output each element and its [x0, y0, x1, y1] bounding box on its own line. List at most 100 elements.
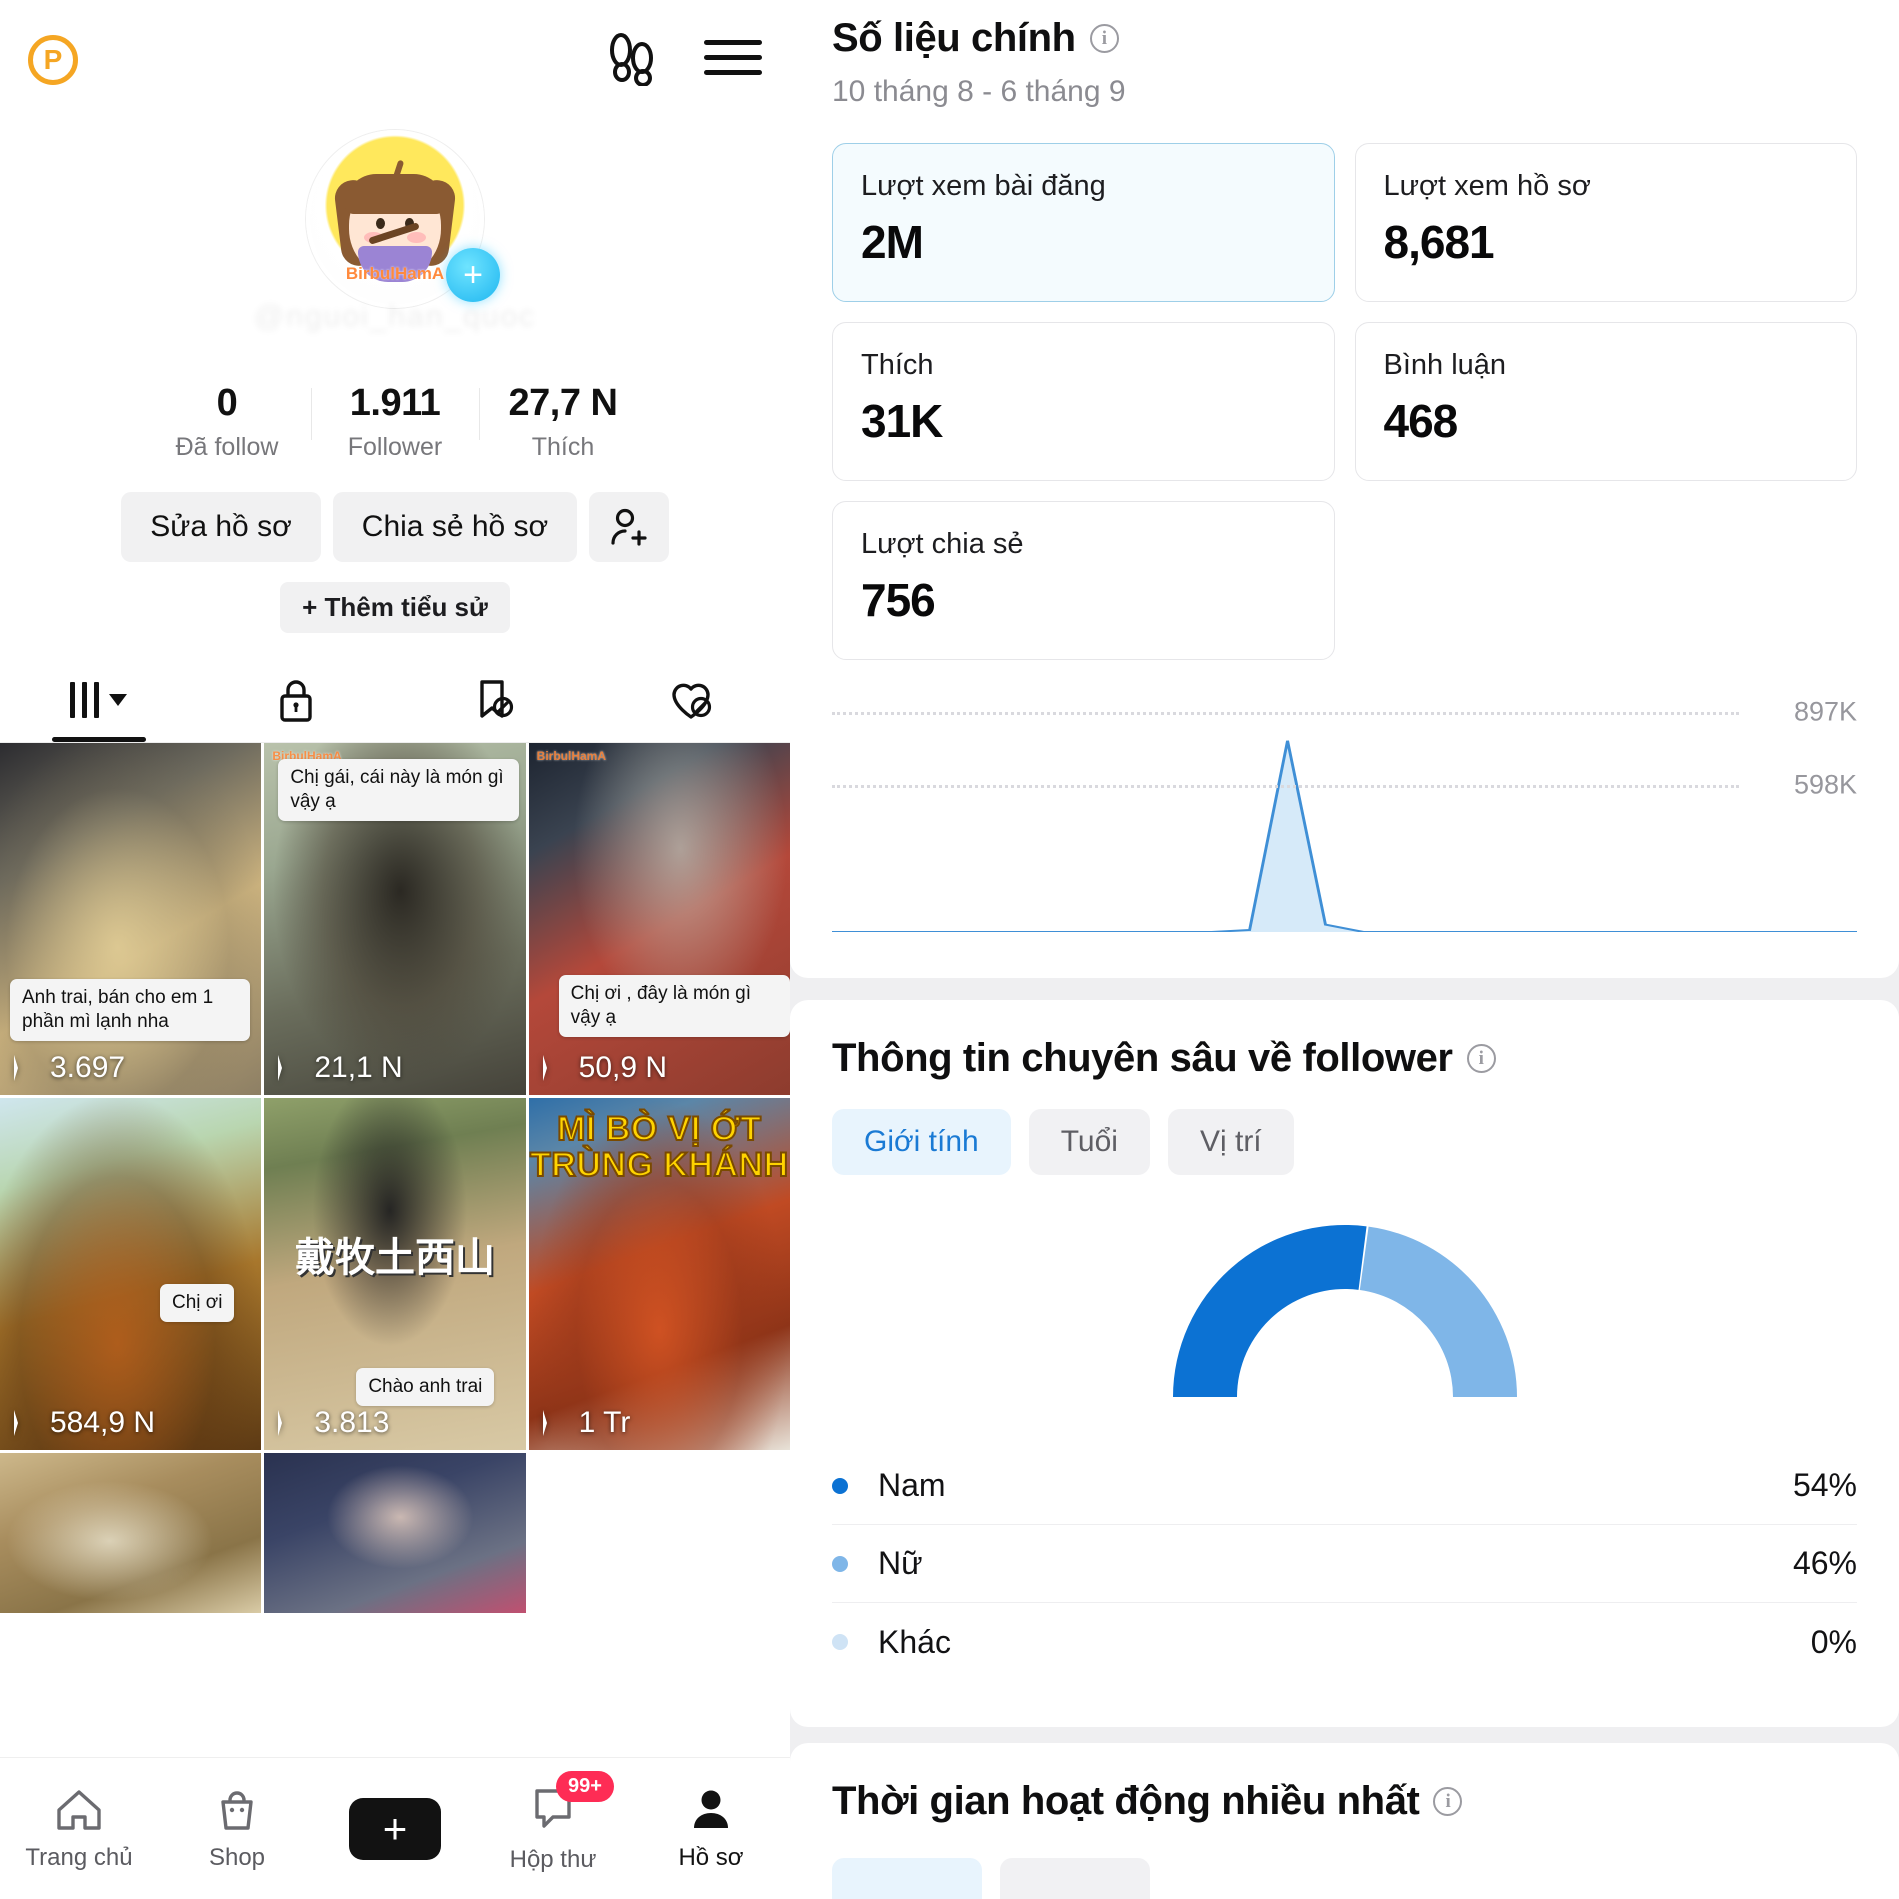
video-play-count: 584,9 N [14, 1406, 155, 1440]
active-times-title-row: Thời gian hoạt động nhiều nhất i [832, 1779, 1857, 1824]
metric-value: 756 [861, 574, 936, 626]
follower-insight-tabs: Giới tính Tuổi Vị trí [832, 1109, 1857, 1175]
nav-item-home[interactable]: Trang chủ [0, 1786, 158, 1872]
info-icon[interactable]: i [1089, 24, 1119, 53]
metric-card-shares[interactable]: Lượt chia sẻ 756 [832, 501, 1335, 660]
metric-label: Lượt chia sẻ [861, 528, 1024, 560]
video-thumbnail-overlay [0, 743, 262, 1095]
nav-label: Hộp thư [509, 1846, 597, 1873]
chip-location[interactable]: Vị trí [1167, 1109, 1294, 1175]
video-tile[interactable]: 戴牧土西山 Chào anh trai 3.813 [264, 1098, 526, 1450]
active-times-tabs [832, 1858, 1857, 1899]
nav-item-create[interactable]: + [316, 1797, 474, 1860]
stat-followers-label: Follower [347, 433, 443, 461]
video-overlay-text: 戴牧土西山 [294, 1235, 495, 1280]
nav-label: Shop [208, 1843, 266, 1871]
legend-label: Nam [878, 1467, 946, 1503]
avatar[interactable]: BirbulHamA + [306, 130, 500, 308]
chevron-down-icon [109, 693, 128, 706]
metric-label: Lượt xem hồ sơ [1383, 170, 1591, 202]
video-tile[interactable] [0, 1453, 262, 1613]
legend-value: 46% [1792, 1545, 1857, 1581]
bookmark-slash-icon [480, 679, 513, 718]
video-caption: Anh trai, bán cho em 1 phần mì lạnh nha [10, 979, 251, 1041]
info-icon[interactable]: i [1466, 1044, 1496, 1073]
play-icon [14, 1410, 38, 1436]
follower-insights-title-row: Thông tin chuyên sâu về follower i [832, 1036, 1857, 1081]
stat-following[interactable]: 0 Đã follow [143, 382, 311, 462]
active-times-chip-1[interactable] [832, 1858, 982, 1899]
hamburger-menu-icon[interactable] [704, 36, 762, 85]
profile-person-icon [694, 1790, 728, 1828]
profile-stats: 0 Đã follow 1.911 Follower 27,7 N Thích [0, 382, 790, 462]
active-times-chip-2[interactable] [1000, 1858, 1150, 1899]
chip-gender[interactable]: Giới tính [832, 1109, 1011, 1175]
follower-insights-title: Thông tin chuyên sâu về follower [832, 1036, 1453, 1080]
donut-svg [1172, 1225, 1517, 1397]
gridline-top [832, 712, 1739, 715]
post-views-sparkline-chart: 897K 598K [832, 697, 1857, 933]
avatar-eye-left [376, 218, 385, 229]
metric-value: 8,681 [1383, 216, 1495, 268]
video-tile[interactable]: Chị ơi 584,9 N [0, 1098, 262, 1450]
stat-likes[interactable]: 27,7 N Thích [479, 382, 647, 462]
video-thumbnail-overlay [528, 743, 790, 1095]
video-caption: Chị gái, cái này là món gì vậy ạ [278, 759, 519, 821]
shop-bag-icon [221, 1790, 253, 1830]
gender-donut-chart [832, 1219, 1857, 1399]
footprints-icon[interactable] [606, 30, 658, 91]
coin-reward-icon[interactable]: P [28, 35, 78, 85]
video-tile[interactable]: BirbulHamA Chị ơi , đây là món gì vậy ạ … [528, 743, 790, 1095]
video-tile[interactable]: MÌ BÒ VỊ ỚT TRÙNG KHÁNH 1 Tr [528, 1098, 790, 1450]
legend-dot [832, 1477, 848, 1494]
metric-label: Thích [861, 349, 934, 381]
gridline-bottom [832, 785, 1739, 789]
tab-saved[interactable] [395, 657, 593, 742]
add-friends-button[interactable] [589, 492, 669, 562]
stat-followers[interactable]: 1.911 Follower [311, 382, 479, 462]
analytics-panel: Số liệu chính i 10 tháng 8 - 6 tháng 9 L… [790, 0, 1899, 1899]
metric-card-comments[interactable]: Bình luận 468 [1354, 322, 1857, 481]
stat-likes-label: Thích [531, 433, 595, 461]
tab-private[interactable] [198, 657, 396, 742]
key-metrics-date-range: 10 tháng 8 - 6 tháng 9 [832, 75, 1126, 108]
video-tile[interactable]: BirbulHamA Chị gái, cái này là món gì vậ… [264, 743, 526, 1095]
create-plus-icon[interactable]: + [341, 1797, 449, 1860]
tab-liked[interactable] [593, 657, 791, 742]
metric-card-profile-views[interactable]: Lượt xem hồ sơ 8,681 [1354, 143, 1857, 302]
legend-dot [832, 1555, 848, 1572]
tab-posts[interactable] [0, 657, 198, 742]
inbox-badge: 99+ [556, 1771, 614, 1802]
video-tile[interactable] [264, 1453, 526, 1613]
legend-dot [832, 1634, 848, 1650]
play-icon [278, 1055, 302, 1081]
bio-row: + Thêm tiểu sử [0, 582, 790, 633]
play-icon [278, 1410, 302, 1436]
gender-legend: Nam 54% Nữ 46% Khác 0% [832, 1447, 1857, 1681]
legend-row-male: Nam 54% [832, 1447, 1857, 1525]
nav-item-profile[interactable]: Hồ sơ [632, 1786, 790, 1872]
person-add-icon [611, 508, 647, 546]
edit-profile-button[interactable]: Sửa hồ sơ [121, 492, 321, 562]
metric-label: Bình luận [1383, 349, 1507, 381]
metric-card-post-views[interactable]: Lượt xem bài đăng 2M [832, 143, 1335, 302]
nav-item-inbox[interactable]: 99+ Hộp thư [474, 1771, 632, 1874]
legend-value: 54% [1792, 1467, 1857, 1503]
video-thumbnail-overlay [0, 1453, 262, 1613]
info-icon[interactable]: i [1433, 1787, 1463, 1816]
share-profile-button[interactable]: Chia sẻ hồ sơ [333, 492, 577, 562]
profile-content-tabs [0, 657, 790, 743]
nav-item-shop[interactable]: Shop [158, 1786, 316, 1872]
nav-label: Hồ sơ [678, 1843, 744, 1871]
add-bio-button[interactable]: + Thêm tiểu sử [280, 582, 510, 633]
stat-followers-value: 1.911 [349, 382, 441, 424]
add-story-plus-icon[interactable]: + [446, 248, 500, 302]
chip-age[interactable]: Tuổi [1028, 1109, 1150, 1175]
video-play-count: 50,9 N [542, 1051, 667, 1085]
stat-likes-value: 27,7 N [508, 382, 618, 424]
metric-card-likes[interactable]: Thích 31K [832, 322, 1335, 481]
bottom-navigation: Trang chủ Shop + 99+ Hộp thư Hồ sơ [0, 1757, 790, 1899]
legend-label: Nữ [878, 1545, 923, 1581]
avatar-watermark: BirbulHamA [345, 264, 445, 283]
video-tile[interactable]: Anh trai, bán cho em 1 phần mì lạnh nha … [0, 743, 262, 1095]
